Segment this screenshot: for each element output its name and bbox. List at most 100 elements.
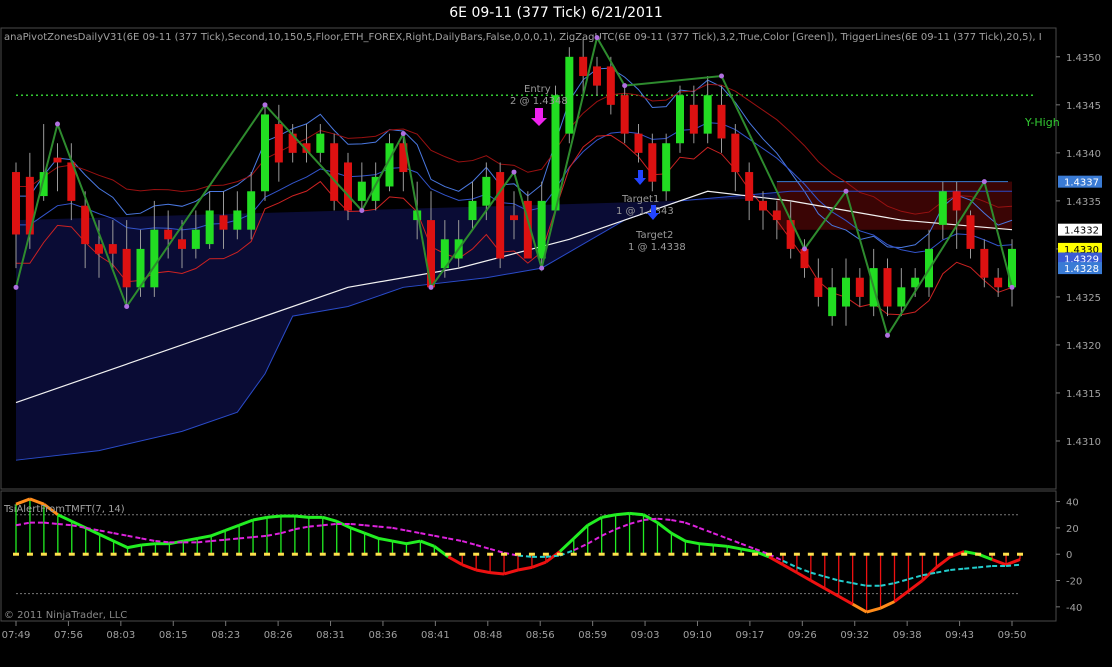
- osc-zero-marker: [542, 552, 549, 556]
- osc-signal-line: [671, 519, 686, 524]
- osc-signal-line: [615, 523, 630, 531]
- osc-zero-marker: [961, 552, 968, 556]
- osc-signal-line: [698, 526, 714, 535]
- osc-signal-line: [406, 529, 421, 535]
- osc-main-line: [461, 563, 477, 572]
- osc-y-tick-label: 0: [1066, 550, 1072, 561]
- x-tick-label: 09:26: [788, 630, 817, 641]
- zigzag-pivot-dot: [802, 246, 807, 252]
- osc-zero-marker: [710, 552, 717, 556]
- osc-zero-marker: [682, 552, 689, 556]
- x-tick-label: 09:03: [631, 630, 660, 641]
- y-high-label: Y-High: [1024, 116, 1060, 129]
- osc-zero-marker: [724, 552, 731, 556]
- osc-zero-marker: [975, 552, 982, 556]
- osc-signal-line: [308, 524, 323, 528]
- y-tick-label: 1.4325: [1066, 293, 1101, 304]
- zigzag-pivot-dot: [55, 121, 60, 127]
- osc-zero-marker: [277, 552, 284, 556]
- candle-down: [510, 215, 518, 221]
- osc-zero-marker: [375, 552, 382, 556]
- zigzag-pivot-dot: [843, 188, 849, 194]
- osc-signal-line: [322, 522, 337, 527]
- osc-main-line: [447, 555, 463, 567]
- y-tick-label: 1.4315: [1066, 389, 1101, 400]
- osc-main-line: [656, 521, 673, 535]
- candle-up: [703, 95, 712, 134]
- candle-down: [164, 229, 173, 240]
- osc-zero-marker: [528, 552, 535, 556]
- y-tick-label: 1.4350: [1066, 53, 1101, 64]
- candle-up: [676, 95, 684, 144]
- osc-signal-line: [684, 521, 700, 529]
- candle-down: [620, 95, 629, 134]
- osc-zero-marker: [26, 552, 33, 556]
- candle-up: [537, 200, 546, 259]
- osc-signal-line: [392, 526, 407, 532]
- candle-down: [883, 268, 892, 307]
- osc-zero-marker: [919, 552, 926, 556]
- osc-main-line: [824, 587, 840, 598]
- osc-zero-marker: [389, 552, 396, 556]
- osc-signal-line: [601, 528, 617, 537]
- x-tick-label: 09:32: [840, 630, 869, 641]
- zigzag-pivot-dot: [622, 83, 628, 89]
- candle-down: [980, 248, 989, 278]
- candle-up: [551, 95, 560, 211]
- osc-zero-marker: [612, 552, 619, 556]
- osc-signal-line: [950, 567, 965, 571]
- price-chart[interactable]: 40 20 0 -20 -40 1.4350 1.4345 1.4340 1.4335 1.43…: [0, 0, 1112, 667]
- osc-main-line: [991, 558, 1007, 567]
- y-tick-label: 1.4320: [1066, 341, 1101, 352]
- osc-signal-line: [880, 582, 895, 587]
- osc-zero-marker: [54, 552, 61, 556]
- osc-main-line: [196, 534, 212, 540]
- candle-down: [800, 248, 809, 269]
- x-tick-label: 09:38: [893, 630, 922, 641]
- candle-down: [122, 248, 131, 288]
- candle-down: [81, 205, 90, 245]
- osc-main-line: [378, 536, 393, 543]
- zigzag-pivot-dot: [13, 284, 19, 290]
- osc-signal-line: [978, 565, 993, 569]
- osc-y-tick-label: -40: [1066, 603, 1082, 614]
- osc-signal-line: [712, 532, 728, 540]
- candle-up: [1008, 248, 1016, 288]
- osc-main-line: [364, 531, 380, 540]
- osc-zero-marker: [877, 552, 884, 556]
- osc-signal-line: [489, 547, 505, 554]
- candle-down: [717, 104, 726, 139]
- osc-signal-line: [838, 579, 853, 585]
- zigzag-pivot-dot: [885, 332, 890, 338]
- osc-signal-line: [1005, 563, 1021, 568]
- osc-signal-line: [475, 544, 491, 550]
- candle-up: [468, 200, 477, 221]
- candle-down: [12, 172, 20, 235]
- osc-zero-marker: [305, 552, 312, 556]
- osc-main-line: [322, 515, 338, 523]
- candle-down: [952, 191, 961, 211]
- candle-up: [233, 210, 242, 230]
- osc-signal-line: [461, 540, 477, 546]
- osc-main-line: [837, 595, 854, 606]
- candle-down: [731, 133, 740, 173]
- candle-down: [178, 239, 186, 249]
- osc-signal-line: [517, 554, 533, 558]
- osc-main-line: [572, 524, 589, 540]
- osc-main-line: [601, 513, 616, 519]
- osc-signal-line: [796, 566, 812, 574]
- osc-zero-marker: [319, 552, 326, 556]
- x-tick-label: 07:56: [54, 630, 83, 641]
- zigzag-pivot-dot: [428, 284, 434, 290]
- osc-signal-line: [824, 575, 839, 582]
- candle-down: [53, 157, 62, 163]
- osc-main-line: [768, 555, 784, 567]
- candle-down: [593, 66, 601, 86]
- candle-down: [689, 104, 698, 134]
- x-tick-label: 08:48: [473, 630, 502, 641]
- y-tick-label: 1.4310: [1066, 437, 1101, 448]
- osc-signal-line: [629, 519, 644, 525]
- osc-signal-line: [141, 537, 156, 543]
- candle-down: [606, 66, 615, 105]
- zigzag-pivot-dot: [359, 207, 365, 213]
